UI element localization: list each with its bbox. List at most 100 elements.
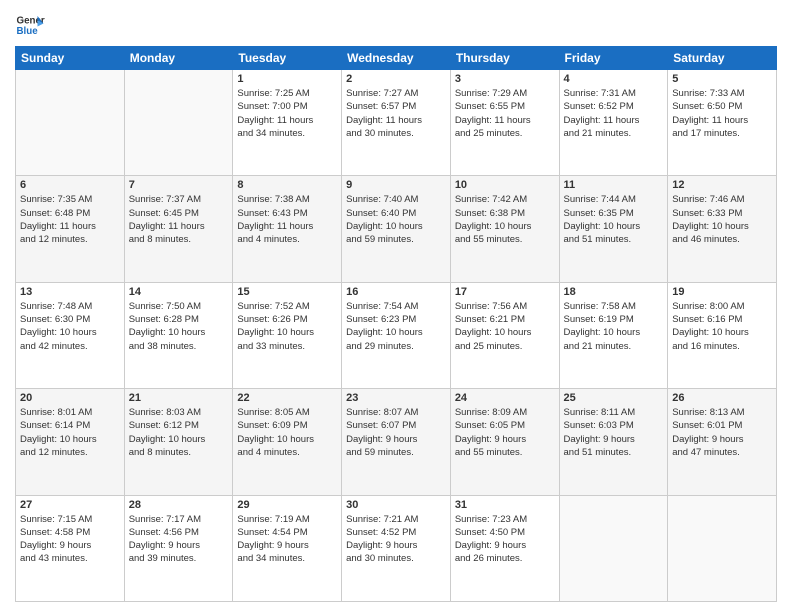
day-info: Sunrise: 7:31 AM Sunset: 6:52 PM Dayligh… [564, 87, 664, 140]
calendar-cell: 29 Sunrise: 7:19 AM Sunset: 4:54 PM Dayli… [233, 495, 342, 601]
day-number: 26 [672, 392, 772, 404]
day-number: 18 [564, 286, 664, 298]
day-number: 23 [346, 392, 446, 404]
header: General Blue [15, 10, 777, 40]
day-number: 28 [129, 499, 229, 511]
calendar-cell: 28 Sunrise: 7:17 AM Sunset: 4:56 PM Dayli… [124, 495, 233, 601]
calendar-cell: 4 Sunrise: 7:31 AM Sunset: 6:52 PM Daylig… [559, 70, 668, 176]
calendar-cell: 31 Sunrise: 7:23 AM Sunset: 4:50 PM Dayli… [450, 495, 559, 601]
day-info: Sunrise: 8:07 AM Sunset: 6:07 PM Dayligh… [346, 406, 446, 459]
calendar-cell: 24Sunrise: 8:09 AM Sunset: 6:05 PM Dayli… [450, 389, 559, 495]
calendar-cell: 16 Sunrise: 7:54 AM Sunset: 6:23 PM Dayli… [342, 282, 451, 388]
day-number: 30 [346, 499, 446, 511]
day-info: Sunrise: 7:42 AM Sunset: 6:38 PM Dayligh… [455, 193, 555, 246]
day-number: 3 [455, 73, 555, 85]
day-number: 27 [20, 499, 120, 511]
calendar-cell: 19 Sunrise: 8:00 AM Sunset: 6:16 PM Dayli… [668, 282, 777, 388]
calendar-cell: 9 Sunrise: 7:40 AM Sunset: 6:40 PM Daylig… [342, 176, 451, 282]
day-info: Sunrise: 7:40 AM Sunset: 6:40 PM Dayligh… [346, 193, 446, 246]
day-number: 19 [672, 286, 772, 298]
header-wednesday: Wednesday [342, 47, 451, 70]
logo-icon: General Blue [15, 10, 45, 40]
day-info: Sunrise: 7:27 AM Sunset: 6:57 PM Dayligh… [346, 87, 446, 140]
day-info: Sunrise: 7:17 AM Sunset: 4:56 PM Dayligh… [129, 513, 229, 566]
calendar-cell: 7 Sunrise: 7:37 AM Sunset: 6:45 PM Daylig… [124, 176, 233, 282]
day-info: Sunrise: 8:00 AM Sunset: 6:16 PM Dayligh… [672, 300, 772, 353]
header-thursday: Thursday [450, 47, 559, 70]
calendar-cell [559, 495, 668, 601]
calendar-cell: 6 Sunrise: 7:35 AM Sunset: 6:48 PM Daylig… [16, 176, 125, 282]
calendar-cell [668, 495, 777, 601]
day-number: 20 [20, 392, 120, 404]
day-number: 15 [237, 286, 337, 298]
calendar-cell: 1 Sunrise: 7:25 AM Sunset: 7:00 PM Daylig… [233, 70, 342, 176]
day-info: Sunrise: 8:01 AM Sunset: 6:14 PM Dayligh… [20, 406, 120, 459]
day-info: Sunrise: 7:15 AM Sunset: 4:58 PM Dayligh… [20, 513, 120, 566]
calendar-cell: 11Sunrise: 7:44 AM Sunset: 6:35 PM Dayli… [559, 176, 668, 282]
calendar-cell: 5Sunrise: 7:33 AM Sunset: 6:50 PM Daylig… [668, 70, 777, 176]
day-number: 17 [455, 286, 555, 298]
day-info: Sunrise: 7:38 AM Sunset: 6:43 PM Dayligh… [237, 193, 337, 246]
day-info: Sunrise: 7:23 AM Sunset: 4:50 PM Dayligh… [455, 513, 555, 566]
header-sunday: Sunday [16, 47, 125, 70]
day-info: Sunrise: 7:25 AM Sunset: 7:00 PM Dayligh… [237, 87, 337, 140]
calendar-cell: 23 Sunrise: 8:07 AM Sunset: 6:07 PM Dayli… [342, 389, 451, 495]
calendar-cell: 3Sunrise: 7:29 AM Sunset: 6:55 PM Daylig… [450, 70, 559, 176]
day-number: 2 [346, 73, 446, 85]
calendar-cell: 25Sunrise: 8:11 AM Sunset: 6:03 PM Dayli… [559, 389, 668, 495]
day-info: Sunrise: 7:21 AM Sunset: 4:52 PM Dayligh… [346, 513, 446, 566]
day-info: Sunrise: 7:54 AM Sunset: 6:23 PM Dayligh… [346, 300, 446, 353]
day-number: 13 [20, 286, 120, 298]
day-info: Sunrise: 8:11 AM Sunset: 6:03 PM Dayligh… [564, 406, 664, 459]
day-number: 14 [129, 286, 229, 298]
calendar-cell: 2 Sunrise: 7:27 AM Sunset: 6:57 PM Daylig… [342, 70, 451, 176]
calendar-cell: 27 Sunrise: 7:15 AM Sunset: 4:58 PM Dayli… [16, 495, 125, 601]
day-number: 29 [237, 499, 337, 511]
calendar-cell: 22Sunrise: 8:05 AM Sunset: 6:09 PM Dayli… [233, 389, 342, 495]
day-number: 9 [346, 179, 446, 191]
day-info: Sunrise: 7:37 AM Sunset: 6:45 PM Dayligh… [129, 193, 229, 246]
calendar-cell: 15 Sunrise: 7:52 AM Sunset: 6:26 PM Dayli… [233, 282, 342, 388]
day-number: 7 [129, 179, 229, 191]
calendar-week-row: 13 Sunrise: 7:48 AM Sunset: 6:30 PM Dayli… [16, 282, 777, 388]
header-tuesday: Tuesday [233, 47, 342, 70]
calendar-cell: 8Sunrise: 7:38 AM Sunset: 6:43 PM Daylig… [233, 176, 342, 282]
calendar-week-row: 1 Sunrise: 7:25 AM Sunset: 7:00 PM Daylig… [16, 70, 777, 176]
day-number: 1 [237, 73, 337, 85]
day-info: Sunrise: 7:58 AM Sunset: 6:19 PM Dayligh… [564, 300, 664, 353]
day-info: Sunrise: 7:48 AM Sunset: 6:30 PM Dayligh… [20, 300, 120, 353]
header-saturday: Saturday [668, 47, 777, 70]
day-number: 21 [129, 392, 229, 404]
calendar-cell: 21Sunrise: 8:03 AM Sunset: 6:12 PM Dayli… [124, 389, 233, 495]
calendar-cell: 18 Sunrise: 7:58 AM Sunset: 6:19 PM Dayli… [559, 282, 668, 388]
day-info: Sunrise: 7:46 AM Sunset: 6:33 PM Dayligh… [672, 193, 772, 246]
day-number: 6 [20, 179, 120, 191]
day-info: Sunrise: 7:44 AM Sunset: 6:35 PM Dayligh… [564, 193, 664, 246]
calendar-cell: 17Sunrise: 7:56 AM Sunset: 6:21 PM Dayli… [450, 282, 559, 388]
day-number: 4 [564, 73, 664, 85]
day-number: 31 [455, 499, 555, 511]
calendar-cell: 13 Sunrise: 7:48 AM Sunset: 6:30 PM Dayli… [16, 282, 125, 388]
calendar-cell [124, 70, 233, 176]
header-friday: Friday [559, 47, 668, 70]
day-number: 12 [672, 179, 772, 191]
calendar-week-row: 20 Sunrise: 8:01 AM Sunset: 6:14 PM Dayli… [16, 389, 777, 495]
day-info: Sunrise: 7:35 AM Sunset: 6:48 PM Dayligh… [20, 193, 120, 246]
calendar-container: General Blue SundayMondayTuesdayWednesda… [0, 0, 792, 612]
calendar-cell: 30 Sunrise: 7:21 AM Sunset: 4:52 PM Dayli… [342, 495, 451, 601]
day-info: Sunrise: 7:50 AM Sunset: 6:28 PM Dayligh… [129, 300, 229, 353]
day-info: Sunrise: 8:09 AM Sunset: 6:05 PM Dayligh… [455, 406, 555, 459]
svg-text:Blue: Blue [17, 26, 39, 37]
day-number: 10 [455, 179, 555, 191]
header-monday: Monday [124, 47, 233, 70]
calendar-cell: 26Sunrise: 8:13 AM Sunset: 6:01 PM Dayli… [668, 389, 777, 495]
day-info: Sunrise: 8:05 AM Sunset: 6:09 PM Dayligh… [237, 406, 337, 459]
logo: General Blue [15, 10, 45, 40]
calendar-week-row: 6 Sunrise: 7:35 AM Sunset: 6:48 PM Daylig… [16, 176, 777, 282]
day-number: 16 [346, 286, 446, 298]
calendar-cell: 20 Sunrise: 8:01 AM Sunset: 6:14 PM Dayli… [16, 389, 125, 495]
calendar-week-row: 27 Sunrise: 7:15 AM Sunset: 4:58 PM Dayli… [16, 495, 777, 601]
day-info: Sunrise: 7:52 AM Sunset: 6:26 PM Dayligh… [237, 300, 337, 353]
calendar-cell: 14 Sunrise: 7:50 AM Sunset: 6:28 PM Dayli… [124, 282, 233, 388]
day-info: Sunrise: 7:19 AM Sunset: 4:54 PM Dayligh… [237, 513, 337, 566]
